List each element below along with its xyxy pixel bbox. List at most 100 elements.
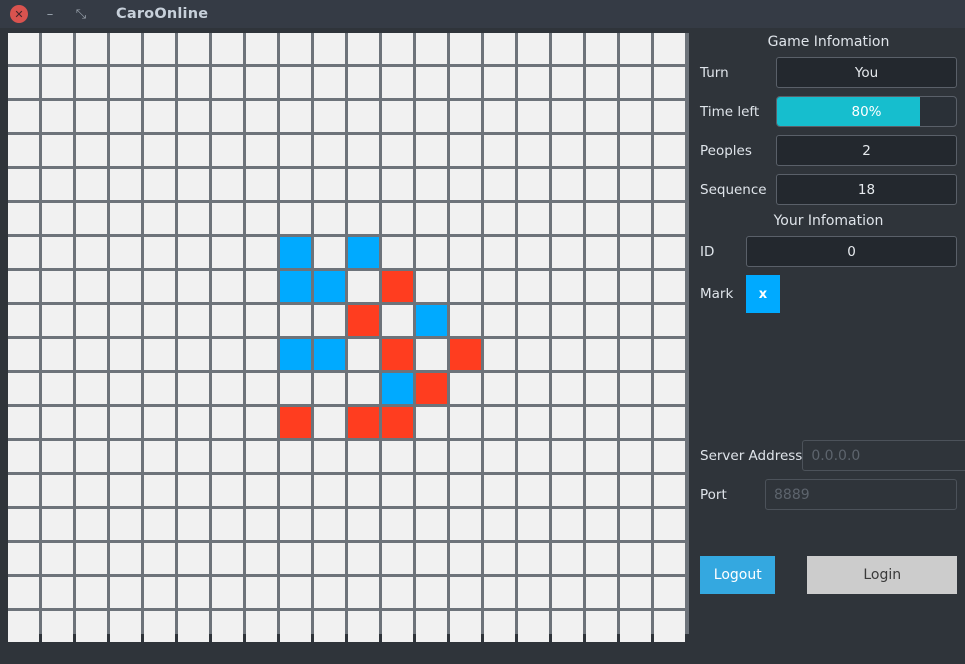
board-cell-empty[interactable] [620,407,651,438]
board-cell-empty[interactable] [348,33,379,64]
board-cell-empty[interactable] [76,169,107,200]
board-cell-empty[interactable] [8,271,39,302]
board-cell-empty[interactable] [416,271,447,302]
board-cell-empty[interactable] [518,611,549,642]
board-cell-o[interactable] [382,339,413,370]
board-cell-empty[interactable] [484,543,515,574]
board-cell-o[interactable] [382,407,413,438]
board-cell-empty[interactable] [144,271,175,302]
board-cell-empty[interactable] [518,373,549,404]
board-cell-empty[interactable] [416,543,447,574]
board-cell-empty[interactable] [552,237,583,268]
board-cell-empty[interactable] [144,407,175,438]
board-cell-empty[interactable] [654,339,685,370]
board-cell-empty[interactable] [110,33,141,64]
logout-button[interactable]: Logout [700,556,776,594]
board-cell-empty[interactable] [212,33,243,64]
board-cell-empty[interactable] [450,135,481,166]
board-cell-empty[interactable] [552,509,583,540]
board-cell-empty[interactable] [552,101,583,132]
board-cell-empty[interactable] [382,101,413,132]
board-cell-empty[interactable] [212,373,243,404]
board-cell-empty[interactable] [518,339,549,370]
board-cell-empty[interactable] [382,33,413,64]
board-cell-empty[interactable] [280,101,311,132]
board-cell-empty[interactable] [382,475,413,506]
board-cell-empty[interactable] [586,305,617,336]
board-cell-empty[interactable] [178,101,209,132]
board-cell-empty[interactable] [110,407,141,438]
board-cell-empty[interactable] [178,169,209,200]
board-cell-empty[interactable] [178,271,209,302]
board-cell-empty[interactable] [314,611,345,642]
board-cell-empty[interactable] [620,203,651,234]
board-cell-empty[interactable] [76,237,107,268]
board-cell-empty[interactable] [246,271,277,302]
board-cell-o[interactable] [382,271,413,302]
board-cell-empty[interactable] [246,33,277,64]
board-cell-empty[interactable] [8,577,39,608]
board-cell-empty[interactable] [348,67,379,98]
board-cell-empty[interactable] [144,203,175,234]
board-cell-empty[interactable] [76,509,107,540]
board-cell-empty[interactable] [484,203,515,234]
board-cell-empty[interactable] [8,611,39,642]
board-cell-empty[interactable] [144,339,175,370]
board-cell-empty[interactable] [484,169,515,200]
board-cell-empty[interactable] [552,67,583,98]
board-cell-empty[interactable] [450,101,481,132]
board-cell-empty[interactable] [280,135,311,166]
board-cell-empty[interactable] [654,441,685,472]
board-cell-empty[interactable] [212,169,243,200]
board-cell-empty[interactable] [246,101,277,132]
board-cell-empty[interactable] [450,33,481,64]
board-cell-empty[interactable] [246,135,277,166]
board-cell-empty[interactable] [178,33,209,64]
board-cell-empty[interactable] [348,339,379,370]
board-cell-empty[interactable] [76,101,107,132]
board-cell-x[interactable] [416,305,447,336]
board-cell-empty[interactable] [348,543,379,574]
board-cell-empty[interactable] [518,475,549,506]
board-cell-empty[interactable] [314,577,345,608]
board-cell-empty[interactable] [212,135,243,166]
board-cell-o[interactable] [450,339,481,370]
board-cell-empty[interactable] [654,509,685,540]
board-cell-empty[interactable] [246,509,277,540]
board-cell-empty[interactable] [76,339,107,370]
board-cell-empty[interactable] [8,509,39,540]
board-cell-empty[interactable] [450,441,481,472]
board-cell-empty[interactable] [8,135,39,166]
board-cell-empty[interactable] [552,475,583,506]
board-cell-empty[interactable] [212,305,243,336]
board-cell-empty[interactable] [586,271,617,302]
board-cell-empty[interactable] [42,543,73,574]
board-cell-empty[interactable] [42,373,73,404]
minimize-icon[interactable]: – [41,5,59,23]
board-cell-empty[interactable] [212,611,243,642]
board-cell-empty[interactable] [518,203,549,234]
board-cell-empty[interactable] [110,169,141,200]
board-cell-empty[interactable] [144,101,175,132]
board-cell-empty[interactable] [654,169,685,200]
board-cell-empty[interactable] [518,67,549,98]
board-cell-empty[interactable] [552,611,583,642]
board-cell-empty[interactable] [416,203,447,234]
board-cell-empty[interactable] [552,373,583,404]
board-cell-empty[interactable] [450,475,481,506]
board-cell-empty[interactable] [416,407,447,438]
board-cell-empty[interactable] [280,67,311,98]
board-cell-empty[interactable] [246,611,277,642]
board-cell-empty[interactable] [42,271,73,302]
board-cell-empty[interactable] [178,543,209,574]
board-cell-empty[interactable] [212,237,243,268]
board-cell-empty[interactable] [280,305,311,336]
board-cell-empty[interactable] [654,577,685,608]
board-cell-empty[interactable] [484,509,515,540]
board-cell-empty[interactable] [620,509,651,540]
board-cell-empty[interactable] [620,339,651,370]
board-cell-empty[interactable] [552,271,583,302]
board-cell-empty[interactable] [586,611,617,642]
board-cell-empty[interactable] [212,271,243,302]
board-cell-empty[interactable] [42,169,73,200]
